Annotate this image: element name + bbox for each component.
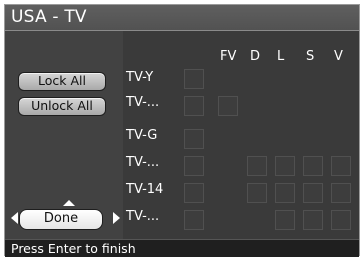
- v-checkbox[interactable]: [331, 210, 351, 230]
- s-checkbox[interactable]: [303, 183, 323, 203]
- rating-label-tv-y7: TV-...: [126, 95, 160, 110]
- lock-checkbox[interactable]: [184, 129, 204, 149]
- lock-checkbox[interactable]: [184, 69, 204, 89]
- v-checkbox[interactable]: [331, 156, 351, 176]
- unlock-all-button[interactable]: Unlock All: [18, 97, 106, 116]
- d-checkbox[interactable]: [247, 156, 267, 176]
- right-arrow-icon: [113, 212, 120, 224]
- d-checkbox[interactable]: [247, 183, 267, 203]
- status-text: Press Enter to finish: [11, 241, 136, 256]
- lock-checkbox[interactable]: [184, 156, 204, 176]
- window-title: USA - TV: [11, 7, 87, 27]
- rating-label-tv-y: TV-Y: [126, 70, 154, 85]
- l-checkbox[interactable]: [275, 183, 295, 203]
- v-checkbox[interactable]: [331, 183, 351, 203]
- s-checkbox[interactable]: [303, 156, 323, 176]
- rating-label-tv-14: TV-14: [126, 182, 164, 197]
- l-checkbox[interactable]: [275, 210, 295, 230]
- rating-label-tv-g: TV-G: [126, 128, 158, 143]
- column-header-d: D: [250, 49, 261, 64]
- lock-checkbox[interactable]: [184, 210, 204, 230]
- column-header-l: L: [277, 49, 285, 64]
- left-arrow-icon: [11, 212, 18, 224]
- rating-label-tv-pg: TV-...: [126, 155, 160, 170]
- lock-all-button[interactable]: Lock All: [18, 72, 106, 91]
- rating-label-tv-ma: TV-...: [126, 209, 160, 224]
- up-arrow-icon: [63, 200, 75, 206]
- column-header-v: V: [334, 49, 343, 64]
- action-panel: Lock All Unlock All Done: [5, 31, 123, 239]
- done-button[interactable]: Done: [19, 209, 103, 230]
- ratings-grid-area: Lock All Unlock All Done FV D L S V TV-Y…: [5, 31, 359, 239]
- title-bar: USA - TV: [5, 5, 359, 31]
- column-header-fv: FV: [220, 49, 237, 64]
- fv-checkbox[interactable]: [218, 96, 238, 116]
- lock-checkbox[interactable]: [184, 183, 204, 203]
- rating-lock-window: USA - TV Lock All Unlock All Done FV D L…: [4, 4, 360, 257]
- lock-checkbox[interactable]: [184, 96, 204, 116]
- column-header-s: S: [306, 49, 315, 64]
- s-checkbox[interactable]: [303, 210, 323, 230]
- l-checkbox[interactable]: [275, 156, 295, 176]
- status-bar: Press Enter to finish: [5, 239, 359, 257]
